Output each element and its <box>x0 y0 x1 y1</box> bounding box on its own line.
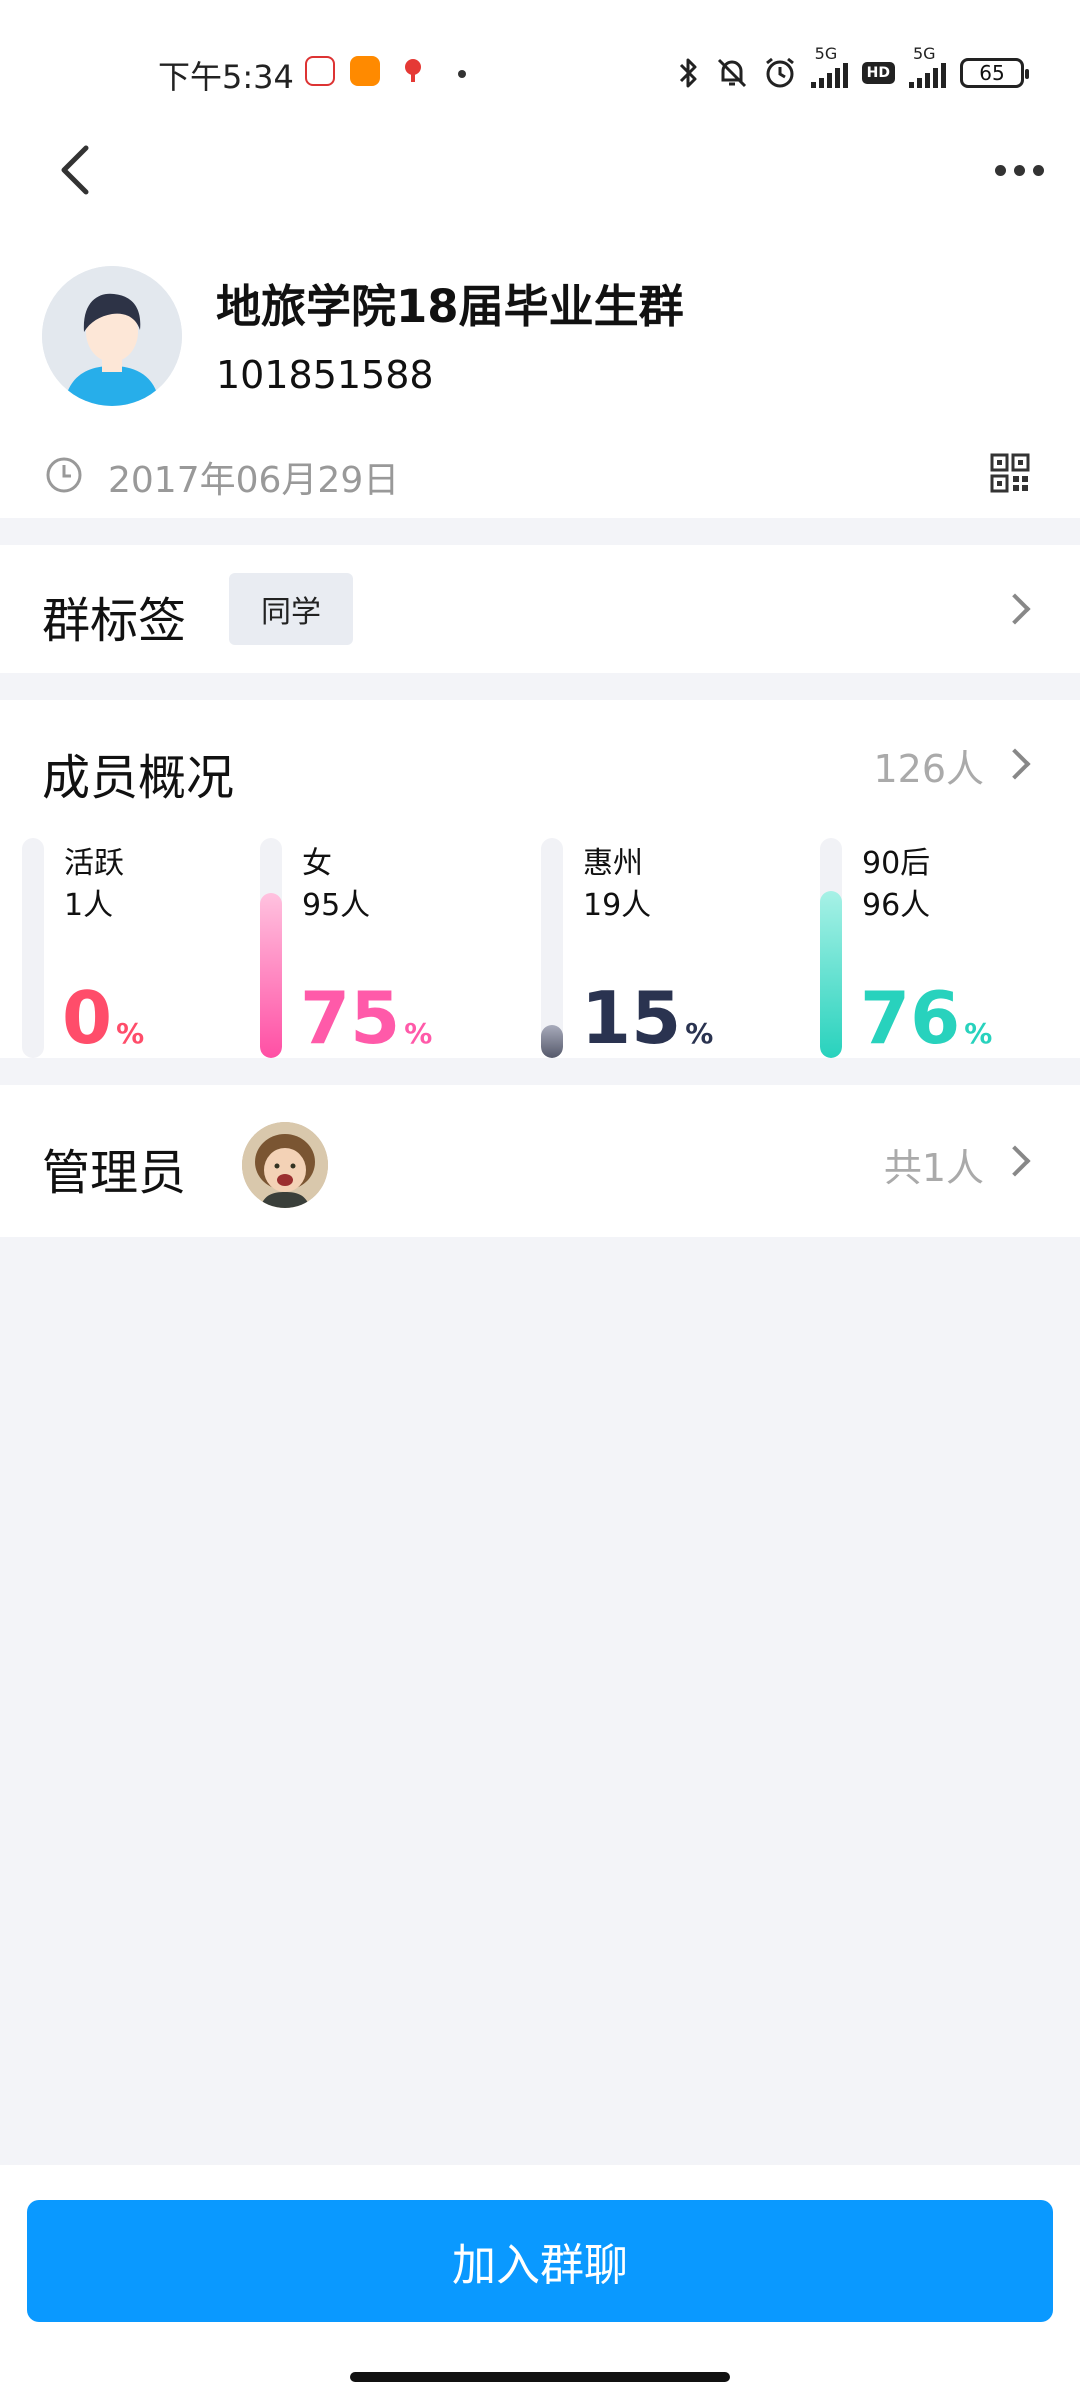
stat-percent: 15% <box>581 976 714 1060</box>
more-dot-icon <box>1032 164 1044 176</box>
admin-avatar-image <box>242 1122 328 1208</box>
admin-avatar[interactable] <box>242 1122 328 1208</box>
stat-count: 95人 <box>302 888 371 923</box>
battery-icon: 65 <box>960 58 1029 88</box>
stat-label: 90后 <box>862 846 931 881</box>
stat-percent: 0% <box>62 976 145 1060</box>
stat-count: 1人 <box>64 888 114 923</box>
stat-bar-track <box>260 838 282 1058</box>
more-dot-icon <box>1013 164 1025 176</box>
network-type-label: 5G <box>913 44 936 63</box>
signal-icon: 5G <box>810 44 848 88</box>
stat-bar-fill <box>820 890 842 1058</box>
admins-title: 管理员 <box>42 1145 187 1201</box>
chevron-left-icon <box>61 145 89 195</box>
qr-code-icon[interactable] <box>990 453 1030 493</box>
hd-badge: HD <box>861 62 895 84</box>
stat-percent: 75% <box>300 976 433 1060</box>
member-count: 126人 <box>873 747 984 791</box>
notification-dot-icon <box>458 70 466 78</box>
more-dot-icon <box>994 164 1006 176</box>
more-options-button[interactable] <box>984 142 1054 198</box>
stat-bar-track <box>22 838 44 1058</box>
chevron-right-icon <box>999 748 1031 780</box>
stat-percent: 76% <box>860 976 993 1060</box>
chevron-right-icon <box>999 593 1031 625</box>
status-bar: 下午5:34 5G HD 5G 65 <box>0 0 1080 140</box>
stat-label: 活跃 <box>64 846 124 881</box>
home-indicator[interactable] <box>350 2372 730 2382</box>
status-icons: 5G HD 5G 65 <box>677 44 1029 96</box>
stat-bar-fill <box>260 893 282 1058</box>
bluetooth-icon <box>677 56 701 90</box>
group-name: 地旅学院18届毕业生群 <box>216 280 684 333</box>
join-group-button[interactable]: 加入群聊 <box>27 2200 1053 2322</box>
stat-label: 惠州 <box>583 846 643 881</box>
alarm-icon <box>763 56 797 90</box>
stat-bar-fill <box>541 1025 563 1058</box>
network-type-label: 5G <box>814 44 838 63</box>
stat-count: 96人 <box>862 888 931 923</box>
app-notification-icon <box>305 56 335 86</box>
default-avatar-icon <box>42 266 182 406</box>
status-time: 下午5:34 <box>158 58 294 96</box>
tag-chip: 同学 <box>229 573 353 645</box>
admins-row[interactable]: 管理员 共1人 <box>0 1085 1080 1237</box>
stat-bar-track <box>541 838 563 1058</box>
signal-icon: 5G <box>909 44 946 88</box>
map-pin-icon <box>398 56 428 86</box>
group-tags-title: 群标签 <box>42 593 187 649</box>
stat-bar-track <box>820 838 842 1058</box>
group-id: 101851588 <box>216 353 434 397</box>
app-notification-icon <box>350 56 380 86</box>
created-date: 2017年06月29日 <box>108 460 400 501</box>
admin-count: 共1人 <box>883 1146 984 1190</box>
back-button[interactable] <box>50 140 110 200</box>
group-tags-row[interactable]: 群标签 同学 <box>0 545 1080 673</box>
member-overview-title: 成员概况 <box>42 750 235 806</box>
chevron-right-icon <box>999 1145 1031 1177</box>
stat-count: 19人 <box>583 888 652 923</box>
clock-icon <box>46 457 82 493</box>
member-overview[interactable]: 成员概况 126人 活跃 1人 0% 女 95人 75% 惠州 19人 15% … <box>0 700 1080 1058</box>
group-avatar[interactable] <box>42 266 182 406</box>
bottom-action-bar: 加入群聊 <box>0 2165 1080 2400</box>
stat-label: 女 <box>302 846 332 881</box>
bell-muted-icon <box>715 56 749 90</box>
